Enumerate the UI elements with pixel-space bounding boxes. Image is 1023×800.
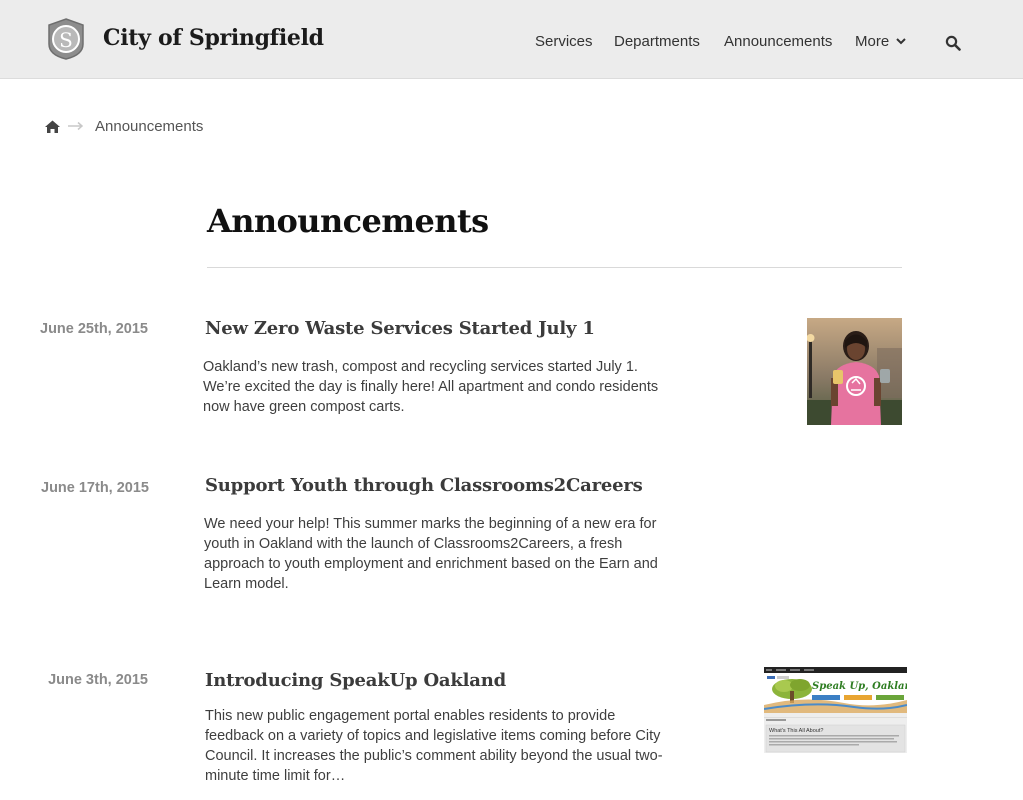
announcement-title[interactable]: New Zero Waste Services Started July 1 [205, 318, 595, 339]
home-icon[interactable] [45, 120, 60, 133]
title-divider [207, 267, 902, 268]
svg-text:Speak Up, Oakland!: Speak Up, Oakland! [812, 681, 907, 692]
nav-more[interactable]: More [855, 33, 906, 50]
chevron-down-icon [896, 38, 906, 45]
nav-departments[interactable]: Departments [614, 33, 700, 50]
announcement-date: June 17th, 2015 [41, 480, 149, 496]
city-seal-logo-icon[interactable]: S [44, 17, 88, 61]
announcement-title[interactable]: Support Youth through Classrooms2Careers [205, 475, 643, 496]
site-title[interactable]: City of Springfield [103, 25, 324, 51]
zero-waste-photo[interactable] [807, 318, 902, 425]
page-title: Announcements [207, 202, 489, 240]
site-header: S City of Springfield Services Departmen… [0, 0, 1023, 79]
nav-announcements[interactable]: Announcements [724, 33, 832, 50]
announcement-summary: Oakland’s new trash, compost and recycli… [203, 359, 659, 415]
announcement-title[interactable]: Introducing SpeakUp Oakland [205, 670, 506, 691]
nav-more-label: More [855, 33, 890, 50]
announcement-date: June 3th, 2015 [48, 672, 148, 688]
svg-text:What's This All About?: What's This All About? [769, 728, 823, 734]
speakup-oakland-screenshot[interactable]: Speak Up, Oakland! What's This All About… [764, 667, 907, 753]
announcement-date: June 25th, 2015 [40, 321, 148, 337]
announcement-summary: We need your help! This summer marks the… [204, 516, 658, 592]
breadcrumb-arrow-icon [68, 121, 84, 131]
search-icon[interactable] [945, 35, 961, 51]
breadcrumb-current: Announcements [95, 118, 204, 135]
nav-services[interactable]: Services [535, 33, 593, 50]
announcement-summary: This new public engagement portal enable… [205, 708, 663, 784]
svg-text:S: S [59, 28, 73, 52]
